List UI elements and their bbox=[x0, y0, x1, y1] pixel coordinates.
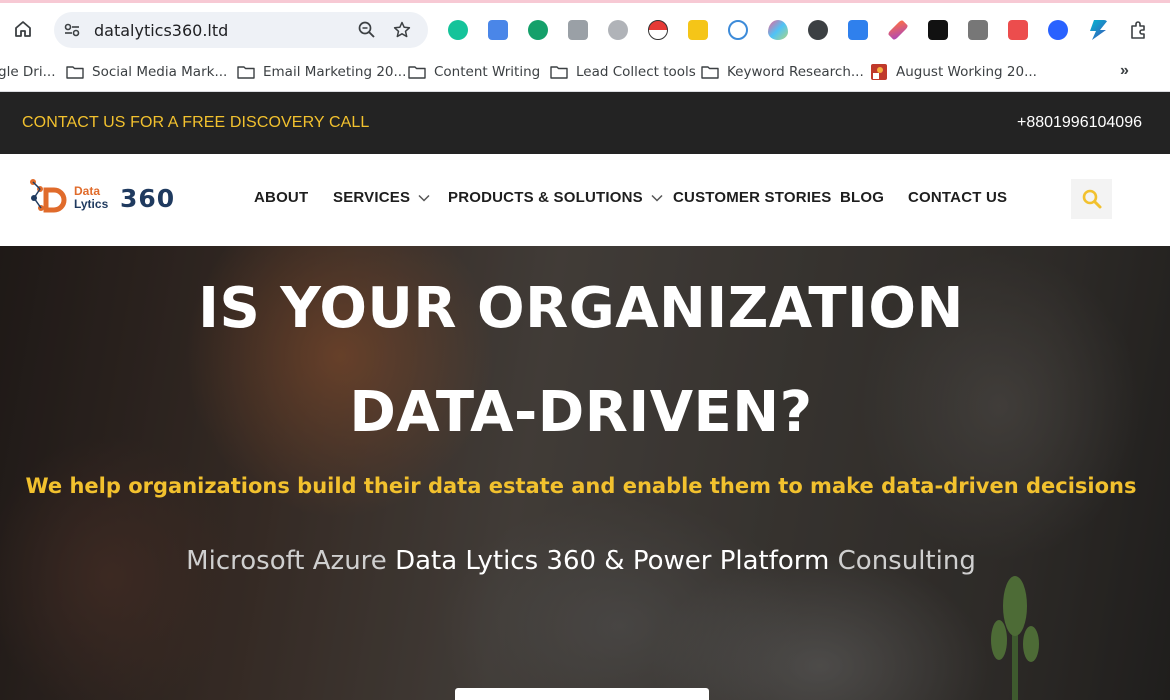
address-bar[interactable]: datalytics360.ltd bbox=[54, 12, 428, 48]
spy-icon[interactable] bbox=[808, 20, 828, 40]
camera-icon[interactable] bbox=[568, 20, 588, 40]
bookmark-item[interactable]: August Working 20... bbox=[870, 62, 1037, 82]
nav-blog-label: BLOG bbox=[840, 189, 885, 206]
alien-icon[interactable] bbox=[1048, 20, 1068, 40]
top-contact-bar: CONTACT US FOR A FREE DISCOVERY CALL +88… bbox=[0, 92, 1170, 154]
bookmarks-bar: gle Dri... Social Media Mark... Email Ma… bbox=[0, 52, 1170, 92]
nav-contact-us[interactable]: CONTACT US bbox=[908, 189, 1007, 206]
tagline-highlight: Data Lytics 360 & Power Platform bbox=[395, 546, 830, 576]
bookmark-item[interactable]: gle Dri... bbox=[0, 62, 56, 82]
search-icon bbox=[1082, 189, 1101, 209]
url-text[interactable]: datalytics360.ltd bbox=[94, 21, 228, 40]
hero-title-line-2: DATA-DRIVEN? bbox=[349, 380, 813, 445]
hero-tagline: Microsoft Azure Data Lytics 360 & Power … bbox=[0, 546, 1162, 576]
puzzle-icon[interactable] bbox=[1128, 20, 1148, 40]
search-button[interactable] bbox=[1071, 179, 1112, 219]
bookmark-item[interactable]: Keyword Research... bbox=[701, 62, 864, 82]
bookmark-label: Email Marketing 20... bbox=[263, 64, 407, 80]
bookmark-favicon-icon bbox=[871, 64, 887, 80]
bookmark-label: August Working 20... bbox=[896, 64, 1037, 80]
bookmark-item[interactable]: Social Media Mark... bbox=[66, 62, 227, 82]
logo-mark-icon bbox=[30, 179, 67, 213]
hero-title-line-1: IS YOUR ORGANIZATION bbox=[198, 276, 964, 341]
logo-text-lytics: Lytics bbox=[74, 197, 109, 211]
bookmark-item[interactable]: Email Marketing 20... bbox=[237, 62, 406, 82]
grammar-g-icon[interactable] bbox=[528, 20, 548, 40]
r-icon[interactable] bbox=[728, 20, 748, 40]
phone-number-link[interactable]: +8801996104096 bbox=[1017, 114, 1142, 132]
nav-blog[interactable]: BLOG bbox=[840, 189, 884, 206]
tagline-part-1: Microsoft Azure bbox=[186, 546, 396, 576]
translate-icon[interactable] bbox=[488, 20, 508, 40]
bookmark-label: Lead Collect tools bbox=[576, 64, 696, 80]
nav-customer-stories[interactable]: CUSTOMER STORIES bbox=[673, 189, 832, 206]
bookmark-item[interactable]: Content Writing bbox=[408, 62, 540, 82]
folder-icon bbox=[550, 66, 568, 79]
pdf-icon[interactable] bbox=[1008, 20, 1028, 40]
nav-services[interactable]: SERVICES bbox=[333, 189, 430, 206]
chevron-down-icon bbox=[651, 194, 663, 202]
bookmarks-overflow-button[interactable]: » bbox=[1120, 62, 1129, 80]
globe-icon[interactable] bbox=[608, 20, 628, 40]
home-icon bbox=[15, 21, 31, 37]
bookmark-label: Content Writing bbox=[434, 64, 541, 80]
bookmark-label: Social Media Mark... bbox=[92, 64, 228, 80]
bookmark-item[interactable]: Lead Collect tools bbox=[550, 62, 696, 82]
folder-icon bbox=[701, 66, 719, 79]
hero-cta-button[interactable] bbox=[455, 688, 709, 700]
hero-section: IS YOUR ORGANIZATION DATA-DRIVEN? We hel… bbox=[0, 246, 1170, 700]
pen-icon[interactable] bbox=[887, 19, 909, 41]
nav-about[interactable]: ABOUT bbox=[254, 189, 308, 206]
site-logo[interactable]: Data Lytics 360 bbox=[28, 178, 180, 218]
bookmark-label: gle Dri... bbox=[0, 64, 56, 80]
nav-products-label: PRODUCTS & SOLUTIONS bbox=[448, 189, 643, 206]
hero-subtitle: We help organizations build their data e… bbox=[25, 474, 1137, 498]
browser-toolbar: datalytics360.ltd bbox=[0, 6, 1170, 52]
nav-contact-label: CONTACT US bbox=[908, 189, 1008, 206]
bookmark-star-icon[interactable] bbox=[392, 20, 412, 40]
discovery-call-link[interactable]: CONTACT US FOR A FREE DISCOVERY CALL bbox=[22, 114, 369, 132]
ahrefs-icon[interactable] bbox=[688, 20, 708, 40]
folder-icon bbox=[237, 66, 255, 79]
browser-chrome: datalytics360.ltd gle Dri... Social Medi… bbox=[0, 0, 1170, 92]
plant-decoration bbox=[991, 576, 1039, 700]
nav-stories-label: CUSTOMER STORIES bbox=[673, 189, 832, 206]
pokeball-icon[interactable] bbox=[648, 20, 668, 40]
site-info-icon[interactable] bbox=[62, 20, 82, 40]
main-navigation: Data Lytics 360 ABOUT SERVICES PRODUCTS … bbox=[0, 154, 1170, 246]
chevron-down-icon bbox=[418, 194, 430, 202]
heart-icon[interactable] bbox=[768, 20, 788, 40]
bolt-icon[interactable] bbox=[1090, 20, 1108, 40]
grammarly-icon[interactable] bbox=[448, 20, 468, 40]
zoom-icon[interactable] bbox=[357, 20, 377, 40]
nav-services-label: SERVICES bbox=[333, 189, 411, 206]
qr-icon[interactable] bbox=[968, 20, 988, 40]
bookmark-label: Keyword Research... bbox=[727, 64, 864, 80]
nav-products-solutions[interactable]: PRODUCTS & SOLUTIONS bbox=[448, 189, 663, 206]
folder-icon bbox=[66, 66, 84, 79]
chatgpt-icon[interactable] bbox=[928, 20, 948, 40]
logo-text-data: Data bbox=[74, 184, 101, 198]
home-button[interactable] bbox=[10, 16, 36, 42]
logo-text-360: 360 bbox=[120, 184, 176, 213]
arrow-box-icon[interactable] bbox=[848, 20, 868, 40]
tagline-part-3: Consulting bbox=[829, 546, 976, 576]
folder-icon bbox=[408, 66, 426, 79]
nav-about-label: ABOUT bbox=[254, 189, 309, 206]
